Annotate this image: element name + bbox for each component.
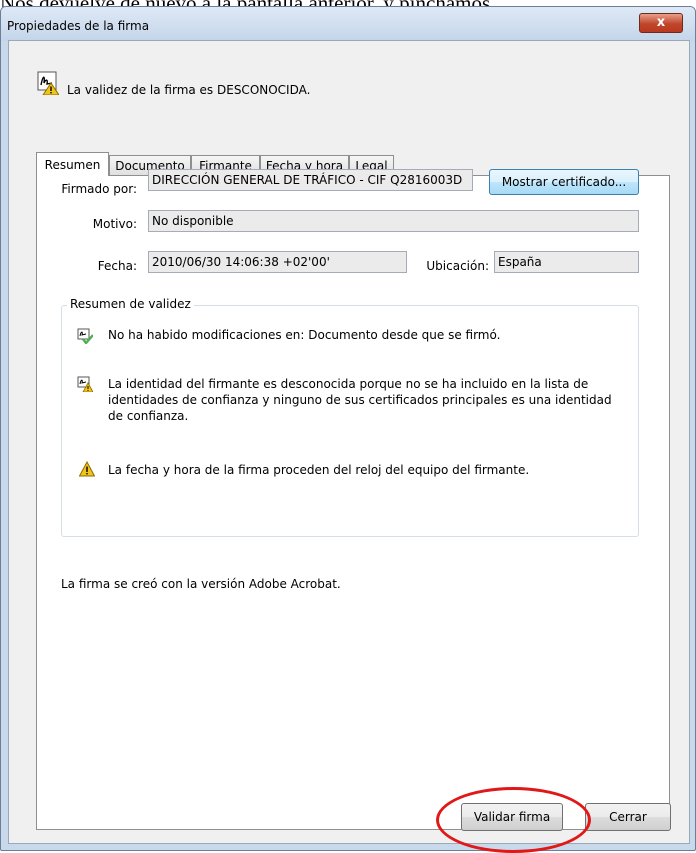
signature-check-icon [77,328,93,344]
validate-signature-button[interactable]: Validar firma [461,803,563,831]
acrobat-version-text: La firma se creó con la versión Adobe Ac… [61,577,341,591]
signature-properties-dialog: Propiedades de la firma x La validez de … [0,6,696,851]
warning-icon [79,461,95,477]
close-button[interactable]: Cerrar [585,803,671,831]
reason-field: No disponible [148,210,639,232]
date-label: Fecha: [97,259,137,273]
reason-label: Motivo: [92,217,137,231]
signature-warning-icon [77,376,93,392]
show-certificate-button[interactable]: Mostrar certificado... [489,169,639,195]
signed-by-field: DIRECCIÓN GENERAL DE TRÁFICO - CIF Q2816… [148,169,473,191]
close-window-button[interactable]: x [639,13,683,33]
location-label: Ubicación: [426,259,489,273]
window-title: Propiedades de la firma [7,19,150,33]
validity-item-modifications: No ha habido modificaciones en: Document… [108,328,501,342]
signature-unknown-icon [37,71,59,95]
title-bar[interactable]: Propiedades de la firma x [1,7,695,41]
tab-resumen[interactable]: Resumen [36,152,109,176]
signed-by-label: Firmado por: [61,182,137,196]
validity-item-timestamp: La fecha y hora de la firma proceden del… [108,463,530,477]
validity-item-identity: La identidad del firmante es desconocida… [108,377,612,423]
signature-status-text: La validez de la firma es DESCONOCIDA. [67,83,311,97]
location-field: España [494,251,639,273]
validity-summary-title: Resumen de validez [67,297,194,311]
date-field: 2010/06/30 14:06:38 +02'00' [148,251,407,273]
